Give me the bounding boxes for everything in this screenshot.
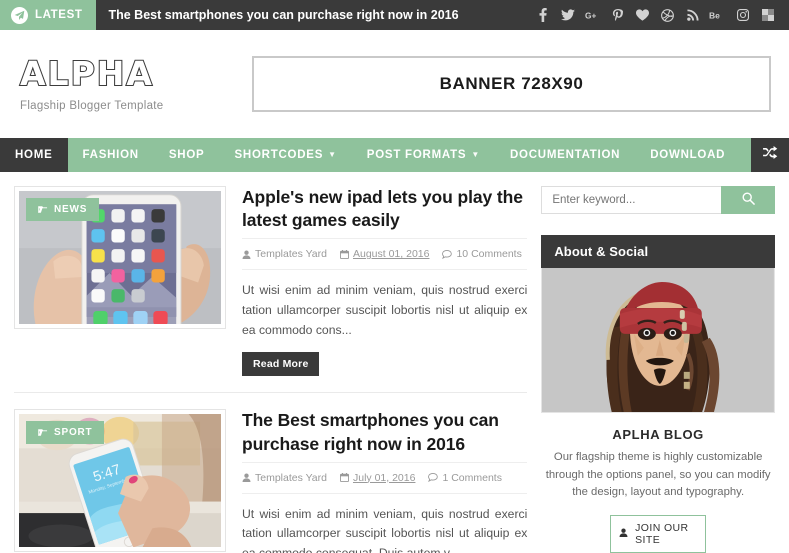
nav-item-download[interactable]: DOWNLOAD xyxy=(635,138,740,172)
post-thumbnail[interactable]: SPORT 5:47 Monday, September 7 xyxy=(14,409,226,553)
nav-label: SHORTCODES xyxy=(234,149,324,161)
widget-title: About & Social xyxy=(541,235,775,268)
category-label: NEWS xyxy=(54,204,88,215)
nav-label: DOCUMENTATION xyxy=(509,149,621,161)
post-date[interactable]: August 01, 2016 xyxy=(339,248,430,261)
post-author: Templates Yard xyxy=(242,248,327,260)
instagram-icon[interactable] xyxy=(730,0,755,30)
bloglovin-heart-icon[interactable] xyxy=(630,0,655,30)
nav-item-fashion[interactable]: FASHION xyxy=(68,138,154,172)
search-widget xyxy=(541,186,775,214)
top-social-links: G+ Be xyxy=(530,0,789,30)
nav-item-home[interactable]: HOME xyxy=(0,138,68,172)
latest-label: LATEST xyxy=(35,9,83,21)
user-icon xyxy=(619,528,628,540)
post-item: NEWS Apple's new ipad lets you play the … xyxy=(14,186,528,394)
post-title[interactable]: Apple's new ipad lets you play the lates… xyxy=(242,186,527,232)
nav-label: POST FORMATS xyxy=(366,149,467,161)
nav-label: SHOP xyxy=(168,149,205,161)
random-post-button[interactable] xyxy=(751,138,789,172)
behance-icon[interactable]: Be xyxy=(705,0,730,30)
header-banner-ad[interactable]: BANNER 728X90 xyxy=(252,56,771,112)
folder-open-icon xyxy=(38,429,48,437)
nav-label: DOWNLOAD xyxy=(650,149,726,161)
comment-icon xyxy=(428,473,439,483)
chevron-down-icon: ▼ xyxy=(328,150,337,159)
search-input[interactable] xyxy=(541,186,721,214)
nav-item-shortcodes[interactable]: SHORTCODES ▼ xyxy=(219,138,351,172)
site-header: ALPHA Flagship Blogger Template BANNER 7… xyxy=(0,30,789,138)
post-author: Templates Yard xyxy=(242,472,327,484)
delicious-icon[interactable] xyxy=(755,0,780,30)
top-bar: LATEST The Best smartphones you can purc… xyxy=(0,0,789,30)
site-logo: ALPHA xyxy=(19,53,154,93)
nav-item-documentation[interactable]: DOCUMENTATION xyxy=(495,138,635,172)
category-label: SPORT xyxy=(54,427,93,439)
search-icon xyxy=(742,192,755,208)
author-name: Templates Yard xyxy=(255,248,327,261)
nav-label: HOME xyxy=(15,149,53,161)
post-meta: Templates Yard July 01, 2016 1 Comments xyxy=(242,461,528,494)
main-navigation: HOME FASHION SHOP SHORTCODES ▼ POST FORM… xyxy=(0,138,789,172)
post-title[interactable]: The Best smartphones you can purchase ri… xyxy=(242,409,527,455)
post-comments[interactable]: 1 Comments xyxy=(428,472,502,484)
date-text: August 01, 2016 xyxy=(352,248,430,261)
calendar-icon xyxy=(339,249,349,259)
latest-badge: LATEST xyxy=(0,0,97,30)
post-body: The Best smartphones you can purchase ri… xyxy=(242,409,528,553)
banner-label: BANNER 728X90 xyxy=(439,74,584,93)
date-text: July 01, 2016 xyxy=(352,471,416,484)
twitter-icon[interactable] xyxy=(555,0,580,30)
about-title: APLHA BLOG xyxy=(612,427,704,442)
dribbble-icon[interactable] xyxy=(655,0,680,30)
read-more-button[interactable]: Read More xyxy=(242,352,320,377)
post-comments[interactable]: 10 Comments xyxy=(442,248,522,261)
folder-open-icon xyxy=(38,206,48,213)
join-label: JOIN OUR SITE xyxy=(635,521,689,546)
post-item: SPORT 5:47 Monday, September 7 The Best … xyxy=(14,409,528,553)
nav-label: FASHION xyxy=(82,149,139,161)
about-image xyxy=(541,268,775,413)
user-icon xyxy=(242,250,251,259)
facebook-icon[interactable] xyxy=(530,0,555,30)
search-button[interactable] xyxy=(721,186,775,214)
chevron-down-icon: ▼ xyxy=(471,150,480,159)
author-name: Templates Yard xyxy=(255,471,327,484)
rss-icon[interactable] xyxy=(680,0,705,30)
about-description: Our flagship theme is highly customizabl… xyxy=(545,451,771,498)
main-column: NEWS Apple's new ipad lets you play the … xyxy=(14,186,528,553)
post-date[interactable]: July 01, 2016 xyxy=(339,471,416,484)
content-area: NEWS Apple's new ipad lets you play the … xyxy=(0,172,789,553)
about-social-widget: About & Social APLHA BLOG Our flagship t… xyxy=(541,235,775,553)
ticker-text: The Best smartphones you can purchase ri… xyxy=(108,8,459,22)
post-meta: Templates Yard August 01, 2016 10 Commen… xyxy=(242,238,528,271)
site-tagline: Flagship Blogger Template xyxy=(20,99,164,112)
svg-text:Be: Be xyxy=(709,10,720,20)
page-root: LATEST The Best smartphones you can purc… xyxy=(0,0,789,553)
post-excerpt: Ut wisi enim ad minim veniam, quis nostr… xyxy=(242,506,528,553)
shuffle-icon xyxy=(762,146,778,164)
pinterest-icon[interactable] xyxy=(605,0,630,30)
calendar-icon xyxy=(339,473,349,483)
user-icon xyxy=(242,473,251,483)
post-excerpt: Ut wisi enim ad minim veniam, quis nostr… xyxy=(242,283,528,337)
post-body: Apple's new ipad lets you play the lates… xyxy=(242,186,528,377)
sidebar: About & Social xyxy=(541,186,775,553)
post-category-badge[interactable]: NEWS xyxy=(26,198,100,221)
nav-item-post-formats[interactable]: POST FORMATS ▼ xyxy=(352,138,495,172)
svg-text:G+: G+ xyxy=(585,10,596,20)
news-ticker[interactable]: The Best smartphones you can purchase ri… xyxy=(96,0,530,30)
brand-block[interactable]: ALPHA Flagship Blogger Template xyxy=(0,53,252,112)
post-thumbnail[interactable]: NEWS xyxy=(14,186,226,329)
comment-icon xyxy=(442,249,453,259)
join-our-site-button[interactable]: JOIN OUR SITE xyxy=(610,514,707,553)
nav-item-shop[interactable]: SHOP xyxy=(154,138,220,172)
paper-plane-icon xyxy=(11,6,28,24)
google-plus-icon[interactable]: G+ xyxy=(580,0,605,30)
post-category-badge[interactable]: SPORT xyxy=(26,421,105,445)
comment-count: 1 Comments xyxy=(442,471,502,484)
comment-count: 10 Comments xyxy=(456,248,522,261)
